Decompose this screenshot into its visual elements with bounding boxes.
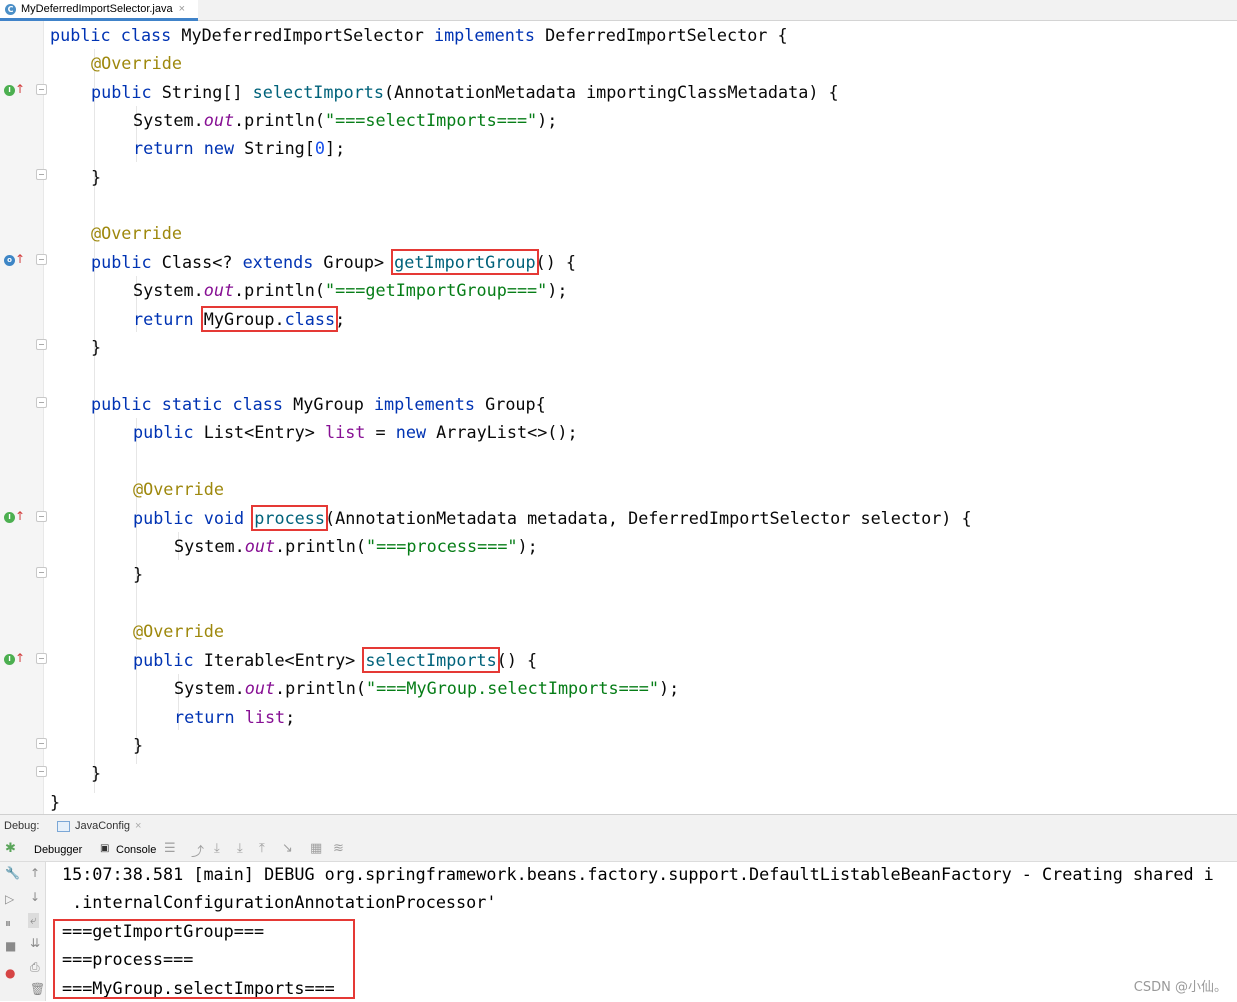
code-line: } (91, 763, 102, 783)
debug-bug-icon: ✱ (5, 841, 16, 856)
implements-method-icon[interactable]: I ↑ (4, 82, 25, 98)
soft-wrap-icon[interactable]: ⤶ (28, 913, 39, 928)
highlight-box: getImportGroup (391, 249, 539, 275)
code-line: @Override (133, 479, 224, 499)
implements-method-icon[interactable]: I ↑ (4, 651, 25, 667)
code-line: public class MyDeferredImportSelector im… (50, 25, 788, 45)
evaluate-icon[interactable]: ▦ (310, 841, 322, 856)
tab-debugger[interactable]: Debugger (34, 844, 82, 856)
view-breakpoints-icon[interactable]: ● (5, 966, 15, 980)
code-line: System.out.println("===selectImports==="… (133, 110, 558, 130)
fold-marker-icon[interactable] (36, 766, 47, 777)
overrides-method-icon[interactable]: o ↑ (4, 252, 25, 268)
highlight-box: selectImports (362, 647, 500, 673)
show-execution-point-icon[interactable]: ⤴ (191, 841, 204, 860)
fold-marker-icon[interactable] (36, 511, 47, 522)
fold-marker-icon[interactable] (36, 339, 47, 350)
code-line: @Override (133, 621, 224, 641)
stop-icon[interactable]: ■ (5, 939, 16, 953)
trace-icon[interactable]: ≋ (333, 841, 344, 856)
fold-marker-icon[interactable] (36, 738, 47, 749)
code-line: return new String[0]; (133, 138, 346, 158)
trash-icon[interactable]: 🗑 (30, 982, 45, 996)
editor-tab-bar: C MyDeferredImportSelector.java × (0, 0, 1237, 21)
debug-label: Debug: (4, 820, 40, 832)
code-line: @Override (91, 223, 182, 243)
fold-marker-icon[interactable] (36, 169, 47, 180)
run-config-icon (57, 820, 70, 832)
pause-icon[interactable]: ⏸ (5, 916, 11, 931)
code-line: } (91, 337, 102, 357)
code-line: } (50, 792, 61, 812)
code-line: System.out.println("===MyGroup.selectImp… (174, 678, 680, 698)
run-config-tab[interactable]: JavaConfig × (57, 820, 141, 832)
code-area[interactable]: public class MyDeferredImportSelector im… (50, 21, 1237, 814)
debug-tool-window-header: Debug: JavaConfig × (0, 814, 1237, 838)
debug-side-toolbar: 🔧 ↑ ▷ ↓ ⏸ ⤶ ■ ⇊ ● ⎙ 🗑 (0, 862, 46, 1001)
console-line: 15:07:38.581 [main] DEBUG org.springfram… (62, 864, 1214, 884)
file-tab-label: MyDeferredImportSelector.java (21, 3, 173, 15)
resume-icon[interactable]: ▷ (5, 892, 14, 906)
fold-marker-icon[interactable] (36, 254, 47, 265)
debug-toolbar: ✱ Debugger ▣ Console ☰ ⤴ ⤓ ⤓ ⤒ ↘ ▦ ≋ (0, 838, 1237, 862)
tab-console[interactable]: Console (116, 844, 156, 856)
code-editor[interactable]: I ↑ o ↑ I ↑ I ↑ public class MyDeferredImpor… (0, 21, 1237, 814)
close-tab-icon[interactable]: × (179, 3, 185, 15)
java-class-icon: C (5, 3, 16, 15)
step-into-icon[interactable]: ⤓ (237, 841, 243, 856)
code-line: @Override (91, 53, 182, 73)
code-line: public static class MyGroup implements G… (91, 394, 546, 414)
code-line: } (133, 564, 144, 584)
editor-gutter: I ↑ o ↑ I ↑ I ↑ (0, 21, 47, 814)
highlight-box: MyGroup.class (200, 306, 339, 332)
print-icon[interactable]: ⎙ (30, 960, 40, 975)
wrench-icon[interactable]: 🔧 (5, 866, 20, 880)
code-line: } (133, 735, 144, 755)
code-line: public String[] selectImports(Annotation… (91, 82, 839, 102)
code-line: public Iterable<Entry> selectImports() { (133, 647, 538, 673)
console-icon: ▣ (100, 843, 110, 854)
step-over-icon[interactable]: ⤓ (214, 841, 220, 856)
menu-lines-icon[interactable]: ☰ (164, 841, 176, 856)
watermark: CSDN @小仙。 (1133, 980, 1227, 995)
scroll-to-end-icon[interactable]: ⇊ (30, 936, 40, 950)
arrow-up-icon[interactable]: ↑ (30, 866, 40, 880)
code-line: System.out.println("===process==="); (174, 536, 538, 556)
code-line: } (91, 167, 102, 187)
console-line: .internalConfigurationAnnotationProcesso… (62, 892, 497, 912)
highlight-box (53, 919, 355, 999)
arrow-down-icon[interactable]: ↓ (30, 890, 40, 904)
fold-marker-icon[interactable] (36, 84, 47, 95)
run-to-cursor-icon[interactable]: ↘ (282, 841, 293, 856)
code-line: public Class<? extends Group> getImportG… (91, 249, 577, 275)
code-line: return MyGroup.class; (133, 306, 346, 332)
code-line: return list; (174, 707, 296, 727)
fold-marker-icon[interactable] (36, 567, 47, 578)
file-tab[interactable]: C MyDeferredImportSelector.java × (0, 0, 198, 21)
close-config-icon[interactable]: × (135, 820, 141, 832)
code-line: public List<Entry> list = new ArrayList<… (133, 422, 578, 442)
code-line: System.out.println("===getImportGroup===… (133, 280, 568, 300)
highlight-box: process (251, 505, 328, 531)
code-line: public void process(AnnotationMetadata m… (133, 505, 972, 531)
step-out-icon[interactable]: ⤒ (259, 841, 265, 856)
implements-method-icon[interactable]: I ↑ (4, 509, 25, 525)
fold-marker-icon[interactable] (36, 653, 47, 664)
fold-marker-icon[interactable] (36, 397, 47, 408)
